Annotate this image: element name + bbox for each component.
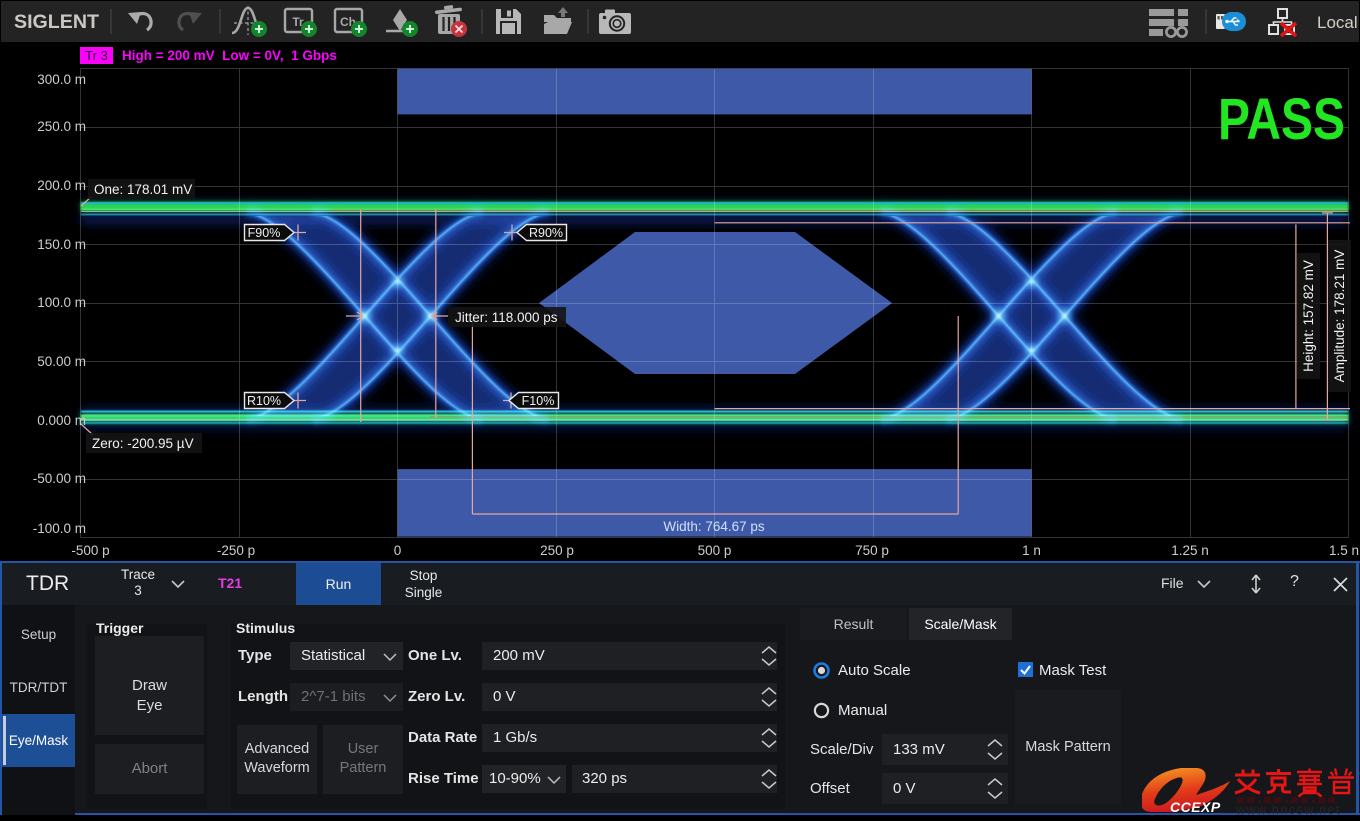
svg-text:-250 p: -250 p [217, 543, 255, 558]
svg-text:1.25 n: 1.25 n [1171, 543, 1209, 558]
svg-text:One: 178.01 mV: One: 178.01 mV [94, 182, 192, 197]
svg-text:750 p: 750 p [855, 543, 889, 558]
svg-text:200.0 m: 200.0 m [37, 178, 86, 193]
svg-text:50.00 m: 50.00 m [37, 354, 86, 369]
svg-text:150.0 m: 150.0 m [37, 237, 86, 252]
svg-text:CCEXP: CCEXP [1170, 799, 1221, 815]
svg-text:Jitter: 118.000 ps: Jitter: 118.000 ps [455, 310, 558, 325]
svg-text:-500 p: -500 p [71, 543, 109, 558]
svg-text:Amplitude: 178.21 mV: Amplitude: 178.21 mV [1332, 250, 1347, 383]
svg-text:300.0 m: 300.0 m [37, 72, 86, 87]
svg-text:100.0 m: 100.0 m [37, 295, 86, 310]
svg-text:0.000 m: 0.000 m [37, 413, 86, 428]
svg-text:-100.0 m: -100.0 m [33, 521, 86, 536]
svg-text:250 p: 250 p [540, 543, 574, 558]
svg-text:Height: 157.82 mV: Height: 157.82 mV [1301, 260, 1316, 372]
svg-text:PASS: PASS [1218, 87, 1345, 152]
svg-text:Zero: -200.95 µV: Zero: -200.95 µV [92, 436, 194, 451]
svg-text:250.0 m: 250.0 m [37, 119, 86, 134]
svg-text:Width: 764.67 ps: Width: 764.67 ps [663, 519, 765, 534]
svg-text:R10%: R10% [247, 394, 281, 408]
svg-text:1.5 n: 1.5 n [1329, 543, 1359, 558]
svg-text:www.hncsw.net: www.hncsw.net [1235, 803, 1341, 815]
svg-text:-50.00 m: -50.00 m [33, 471, 86, 486]
svg-text:0: 0 [394, 543, 402, 558]
svg-text:F90%: F90% [248, 226, 281, 240]
svg-text:F10%: F10% [522, 394, 555, 408]
svg-text:R90%: R90% [529, 226, 563, 240]
svg-text:500 p: 500 p [698, 543, 732, 558]
svg-text:1 n: 1 n [1022, 543, 1041, 558]
